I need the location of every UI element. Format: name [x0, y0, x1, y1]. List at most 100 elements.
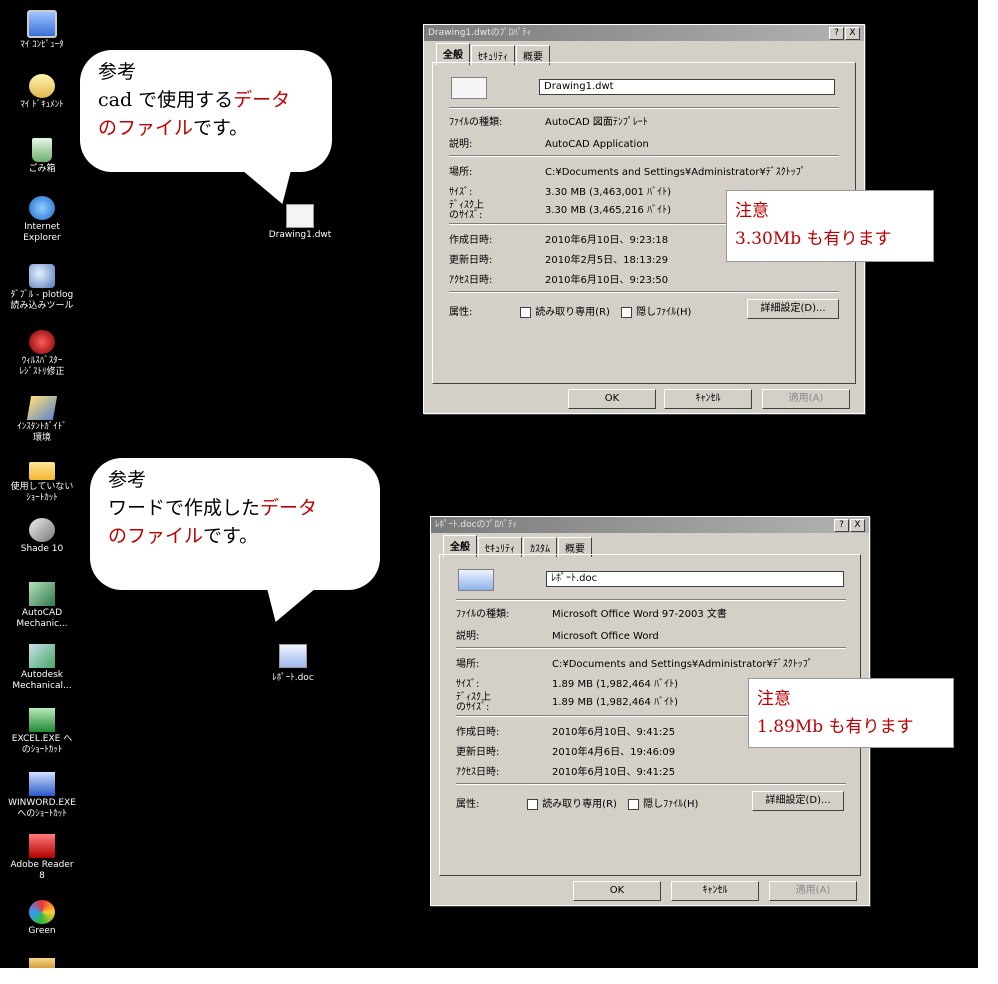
- callout-highlight: のファイル: [108, 525, 204, 547]
- search-tool-icon: [29, 264, 55, 288]
- recycle-bin-icon: [32, 138, 52, 162]
- created-row: 作成日時: 2010年6月10日、9:41:25: [456, 723, 675, 738]
- ladybug-icon: [29, 330, 55, 354]
- desktop-icon-word-shortcut[interactable]: WINWORD.EXE へのｼｮｰﾄｶｯﾄ: [0, 772, 84, 820]
- cancel-button[interactable]: ｷｬﾝｾﾙ: [671, 881, 759, 901]
- my-documents-icon: [29, 74, 55, 98]
- callout-tail: [239, 168, 309, 204]
- advanced-button[interactable]: 詳細設定(D)...: [747, 299, 839, 319]
- desktop-icon-label: Shade 10: [20, 544, 64, 554]
- desktop-icon-label: ｲﾝｽﾀﾝﾄｶﾞｲﾄﾞ 環境: [17, 422, 67, 443]
- desktop-icon-unused-shortcuts[interactable]: 使用していない ｼｮｰﾄｶｯﾄ: [0, 456, 84, 504]
- apply-button[interactable]: 適用(A): [769, 881, 857, 901]
- help-button[interactable]: ?: [829, 27, 844, 40]
- desktop-icon-green[interactable]: Green: [0, 900, 84, 937]
- filename-field[interactable]: ﾚﾎﾟｰﾄ.doc: [546, 571, 844, 587]
- row-label: 作成日時:: [456, 727, 500, 738]
- readonly-label: 読み取り専用(R): [542, 799, 617, 810]
- desktop-icon-label: WINWORD.EXE へのｼｮｰﾄｶｯﾄ: [8, 798, 76, 819]
- computer-icon: [27, 10, 57, 38]
- desktop-icon-virus-buster[interactable]: ｳｨﾙｽﾊﾞｽﾀｰ ﾚｼﾞｽﾄﾘ修正: [0, 330, 84, 378]
- file-label: Drawing1.dwt: [268, 230, 332, 240]
- callout-tail: [249, 586, 319, 622]
- apply-button[interactable]: 適用(A): [762, 389, 850, 409]
- close-button[interactable]: X: [845, 27, 860, 40]
- desktop-icon-instant-guide[interactable]: ｲﾝｽﾀﾝﾄｶﾞｲﾄﾞ 環境: [0, 396, 84, 444]
- row-value: 3.30 MB (3,463,001 ﾊﾞｲﾄ): [545, 187, 671, 198]
- attributes-label: 属性:: [449, 307, 473, 318]
- partial-icon: [29, 958, 55, 968]
- divider: [449, 107, 839, 109]
- desktop-icon-autocad-mechanical[interactable]: AutoCAD Mechanic...: [0, 582, 84, 630]
- desktop-file-dwt[interactable]: Drawing1.dwt: [255, 204, 345, 240]
- row-value: 3.30 MB (3,465,216 ﾊﾞｲﾄ): [545, 205, 671, 216]
- note-text: 3.30Mb も有ります: [735, 229, 892, 249]
- desktop-icon-label: EXCEL.EXE へ のｼｮｰﾄｶｯﾄ: [11, 734, 73, 755]
- row-label: ﾃﾞｨｽｸ上 のｻｲｽﾞ:: [456, 692, 491, 713]
- row-label: 説明:: [449, 139, 473, 150]
- readonly-checkbox[interactable]: [520, 306, 532, 318]
- desktop-icon-label: ごみ箱: [28, 164, 56, 174]
- callout-highlight: のファイル: [98, 117, 194, 139]
- desktop-icon-label: ｳｨﾙｽﾊﾞｽﾀｰ ﾚｼﾞｽﾄﾘ修正: [19, 356, 65, 377]
- filename-field[interactable]: Drawing1.dwt: [539, 79, 835, 95]
- help-button[interactable]: ?: [834, 519, 849, 532]
- size-on-disk-row: ﾃﾞｨｽｸ上 のｻｲｽﾞ: 3.30 MB (3,465,216 ﾊﾞｲﾄ): [449, 201, 671, 221]
- desktop-icon-label: Green: [28, 926, 56, 936]
- size-on-disk-row: ﾃﾞｨｽｸ上 のｻｲｽﾞ: 1.89 MB (1,982,464 ﾊﾞｲﾄ): [456, 693, 678, 713]
- note-heading: 注意: [757, 689, 791, 709]
- desktop-icon-shade[interactable]: Shade 10: [0, 518, 84, 555]
- desktop-icon-adobe-reader[interactable]: Adobe Reader 8: [0, 834, 84, 882]
- location-row: 場所: C:¥Documents and Settings¥Administrat…: [456, 655, 813, 670]
- callout-heading: 参考: [108, 469, 147, 491]
- ok-button[interactable]: OK: [573, 881, 661, 901]
- desktop-icon-plotlog[interactable]: ﾀﾞﾌﾞﾙ - plotlog 読み込みツール: [0, 264, 84, 312]
- file-type-row: ﾌｧｲﾙの種類: Microsoft Office Word 97-2003 文書: [456, 605, 727, 620]
- description-row: 説明: AutoCAD Application: [449, 135, 649, 150]
- row-label: ﾌｧｲﾙの種類:: [449, 117, 503, 128]
- close-button[interactable]: X: [850, 519, 865, 532]
- cancel-button[interactable]: ｷｬﾝｾﾙ: [664, 389, 752, 409]
- desktop-icon-recycle-bin[interactable]: ごみ箱: [0, 138, 84, 175]
- dialog-titlebar: ﾚﾎﾟｰﾄ.docのﾌﾟﾛﾊﾟﾃｨ ? X: [431, 517, 869, 533]
- ok-button[interactable]: OK: [568, 389, 656, 409]
- row-label: 更新日時:: [456, 747, 500, 758]
- desktop-icon-label: AutoCAD Mechanic...: [16, 608, 68, 629]
- file-label: ﾚﾎﾟｰﾄ.doc: [272, 673, 314, 683]
- shade-icon: [29, 518, 55, 542]
- hidden-label: 隠しﾌｧｲﾙ(H): [636, 307, 692, 318]
- row-label: 作成日時:: [449, 235, 493, 246]
- desktop-icon-internet-explorer[interactable]: Internet Explorer: [0, 196, 84, 244]
- row-value: 1.89 MB (1,982,464 ﾊﾞｲﾄ): [552, 697, 678, 708]
- hidden-checkbox[interactable]: [628, 798, 640, 810]
- desktop-icon-excel-shortcut[interactable]: EXCEL.EXE へ のｼｮｰﾄｶｯﾄ: [0, 708, 84, 756]
- divider: [449, 291, 839, 293]
- modified-row: 更新日時: 2010年2月5日、18:13:29: [449, 251, 668, 266]
- row-label: 説明:: [456, 631, 480, 642]
- row-label: ｱｸｾｽ日時:: [449, 275, 493, 286]
- divider: [456, 599, 846, 601]
- callout-line: ワードで作成したデータ: [108, 494, 362, 522]
- attributes-row: 属性: 読み取り専用(R) 隠しﾌｧｲﾙ(H): [449, 303, 691, 318]
- desktop-icon-autodesk-mechanical[interactable]: Autodesk Mechanical...: [0, 644, 84, 692]
- folder-icon: [29, 462, 55, 480]
- callout-heading: 参考: [98, 61, 137, 83]
- dwt-file-icon: [286, 204, 314, 228]
- callout-text: です。: [203, 525, 259, 547]
- desktop-icon-partial[interactable]: [0, 958, 84, 968]
- desktop-icon-my-documents[interactable]: ﾏｲ ﾄﾞｷｭﾒﾝﾄ: [0, 74, 84, 111]
- advanced-button[interactable]: 詳細設定(D)...: [752, 791, 844, 811]
- dialog-titlebar: Drawing1.dwtのﾌﾟﾛﾊﾟﾃｨ ? X: [424, 25, 864, 41]
- accessed-row: ｱｸｾｽ日時: 2010年6月10日、9:41:25: [456, 763, 675, 778]
- readonly-checkbox[interactable]: [527, 798, 539, 810]
- desktop-icon-label: ﾏｲ ｺﾝﾋﾟｭｰﾀ: [20, 40, 64, 50]
- row-value: AutoCAD Application: [545, 139, 649, 150]
- row-label: 場所:: [456, 659, 480, 670]
- location-row: 場所: C:¥Documents and Settings¥Administrat…: [449, 163, 806, 178]
- row-label: ﾌｧｲﾙの種類:: [456, 609, 510, 620]
- desktop-file-doc[interactable]: ﾚﾎﾟｰﾄ.doc: [248, 644, 338, 683]
- dialog-title: ﾚﾎﾟｰﾄ.docのﾌﾟﾛﾊﾟﾃｨ: [435, 520, 518, 530]
- hidden-checkbox[interactable]: [621, 306, 633, 318]
- desktop-icon-my-computer[interactable]: ﾏｲ ｺﾝﾋﾟｭｰﾀ: [0, 10, 84, 51]
- desktop-icon-label: Autodesk Mechanical...: [12, 670, 72, 691]
